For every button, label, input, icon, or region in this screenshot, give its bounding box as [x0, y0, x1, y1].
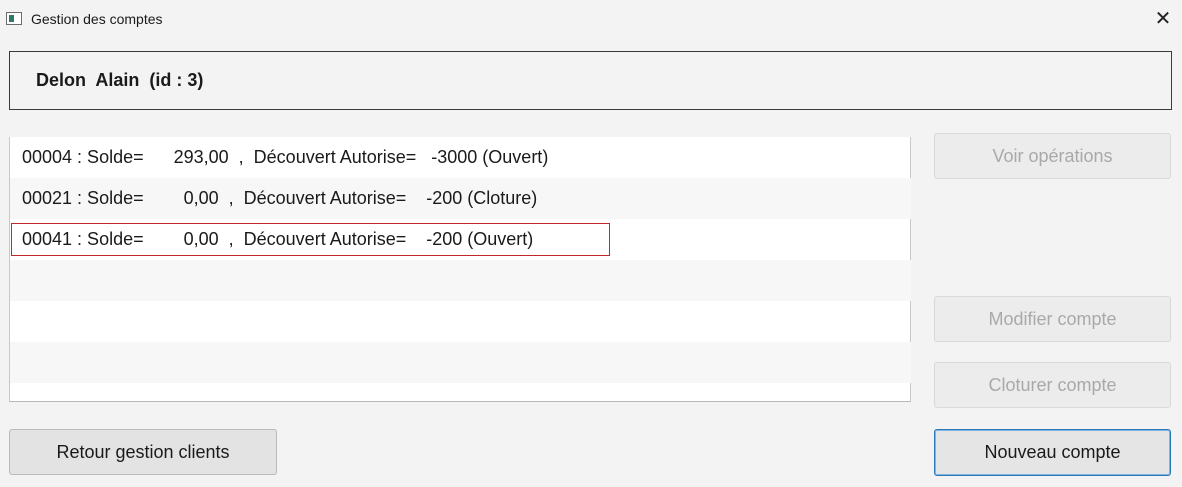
- account-text: 00004 : Solde= 293,00 , Découvert Autori…: [22, 147, 549, 167]
- list-item[interactable]: 00021 : Solde= 0,00 , Découvert Autorise…: [10, 178, 911, 219]
- title-bar: Gestion des comptes ✕: [0, 0, 1182, 38]
- nouveau-compte-button[interactable]: Nouveau compte: [934, 429, 1171, 476]
- empty-list-row: [10, 342, 911, 383]
- empty-list-row: [10, 260, 911, 301]
- account-text: 00041 : Solde= 0,00 , Découvert Autorise…: [22, 229, 534, 249]
- empty-list-row: [10, 301, 911, 342]
- voir-operations-button[interactable]: Voir opérations: [934, 133, 1171, 179]
- account-text: 00021 : Solde= 0,00 , Découvert Autorise…: [22, 188, 538, 208]
- accounts-list[interactable]: 00004 : Solde= 293,00 , Découvert Autori…: [9, 137, 911, 402]
- client-header: Delon Alain (id : 3): [9, 51, 1172, 110]
- client-label: Delon Alain (id : 3): [36, 70, 204, 90]
- retour-gestion-clients-button[interactable]: Retour gestion clients: [9, 429, 277, 475]
- cloturer-compte-button[interactable]: Cloturer compte: [934, 362, 1171, 408]
- list-item[interactable]: 00041 : Solde= 0,00 , Découvert Autorise…: [10, 219, 911, 260]
- modifier-compte-button[interactable]: Modifier compte: [934, 296, 1171, 342]
- close-icon[interactable]: ✕: [1150, 6, 1176, 32]
- list-item[interactable]: 00004 : Solde= 293,00 , Découvert Autori…: [10, 137, 911, 178]
- window-title: Gestion des comptes: [31, 11, 163, 27]
- app-window-icon: [6, 12, 22, 25]
